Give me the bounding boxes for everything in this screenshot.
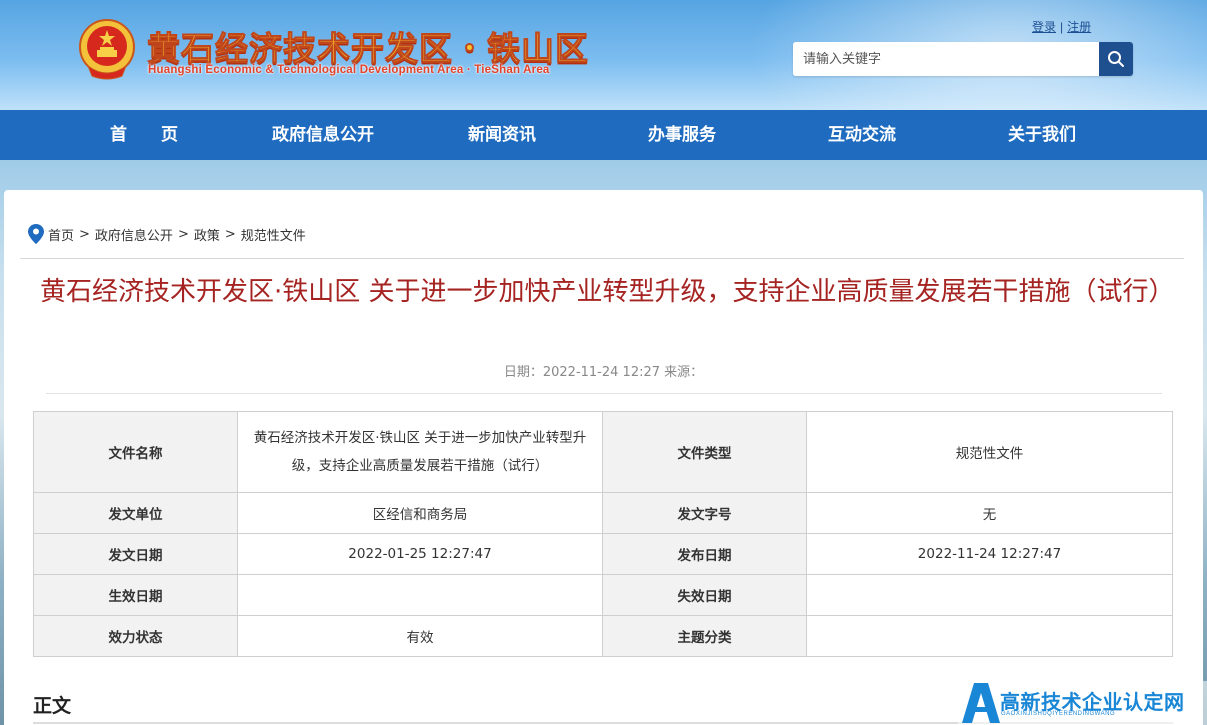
table-key: 失效日期 [602,574,807,616]
site-title[interactable]: 黄石经济技术开发区・铁山区 [147,22,589,70]
watermark-subtext: GAOXINJISHUQIYERENDINGWANG [1001,711,1116,717]
nav-item-interaction[interactable]: 互动交流 [808,110,916,160]
table-value: 2022-01-25 12:27:47 [237,533,603,575]
location-pin-icon [28,224,44,244]
breadcrumb-policy[interactable]: 政策 [194,225,220,244]
title-divider [46,393,1162,394]
table-key: 发文字号 [602,492,807,534]
table-row: 效力状态 有效 主题分类 [33,615,1173,657]
document-info-table: 文件名称 黄石经济技术开发区·铁山区 关于进一步加快产业转型升级，支持企业高质量… [33,411,1173,657]
nav-item-home[interactable]: 首 页 [88,110,200,160]
table-key: 主题分类 [602,615,807,657]
table-value: 有效 [237,615,603,657]
login-link[interactable]: 登录 [1032,20,1056,34]
table-key: 文件名称 [33,411,238,493]
table-key: 效力状态 [33,615,238,657]
breadcrumb-separator: > [79,226,90,242]
national-emblem-icon [79,19,135,80]
table-value: 规范性文件 [806,411,1173,493]
table-key: 发文日期 [33,533,238,575]
register-link[interactable]: 注册 [1067,20,1091,34]
auth-separator: | [1060,20,1064,34]
nav-item-services[interactable]: 办事服务 [628,110,736,160]
table-value: 区经信和商务局 [237,492,603,534]
breadcrumb: 首页 > 政府信息公开 > 政策 > 规范性文件 [28,223,306,245]
search-input[interactable] [793,42,1099,76]
table-value: 无 [806,492,1173,534]
table-key: 生效日期 [33,574,238,616]
breadcrumb-separator: > [177,226,189,242]
table-value [806,615,1173,657]
breadcrumb-divider [20,258,1184,259]
search-box [793,42,1133,76]
article-meta: 日期：2022-11-24 12:27 来源： [503,365,704,380]
auth-links: 登录 | 注册 [1032,18,1091,35]
site-subtitle: Huangshi Economic & Technological Develo… [148,64,550,76]
table-row: 发文单位 区经信和商务局 发文字号 无 [33,492,1173,534]
article-title: 黄石经济技术开发区·铁山区 关于进一步加快产业转型升级，支持企业高质量发展若干措… [40,277,1175,307]
nav-item-news[interactable]: 新闻资讯 [448,110,556,160]
breadcrumb-gov-info[interactable]: 政府信息公开 [95,225,173,244]
table-key: 发文单位 [33,492,238,534]
table-value [237,574,603,616]
table-value: 黄石经济技术开发区·铁山区 关于进一步加快产业转型升级，支持企业高质量发展若干措… [237,411,603,493]
table-row: 生效日期 失效日期 [33,574,1173,616]
table-row: 文件名称 黄石经济技术开发区·铁山区 关于进一步加快产业转型升级，支持企业高质量… [33,411,1173,493]
breadcrumb-home[interactable]: 首页 [48,225,74,244]
nav-item-gov-info[interactable]: 政府信息公开 [253,110,393,160]
table-row: 发文日期 2022-01-25 12:27:47 发布日期 2022-11-24… [33,533,1173,575]
table-value [806,574,1173,616]
table-key: 文件类型 [602,411,807,493]
table-key: 发布日期 [602,533,807,575]
main-nav: 首 页 政府信息公开 新闻资讯 办事服务 互动交流 关于我们 [0,110,1207,160]
nav-item-about[interactable]: 关于我们 [988,110,1096,160]
breadcrumb-normative-docs[interactable]: 规范性文件 [241,225,306,244]
table-value: 2022-11-24 12:27:47 [806,533,1173,575]
search-icon [1108,51,1124,67]
body-heading: 正文 [33,695,72,717]
search-button[interactable] [1099,42,1133,76]
breadcrumb-separator: > [224,226,236,242]
